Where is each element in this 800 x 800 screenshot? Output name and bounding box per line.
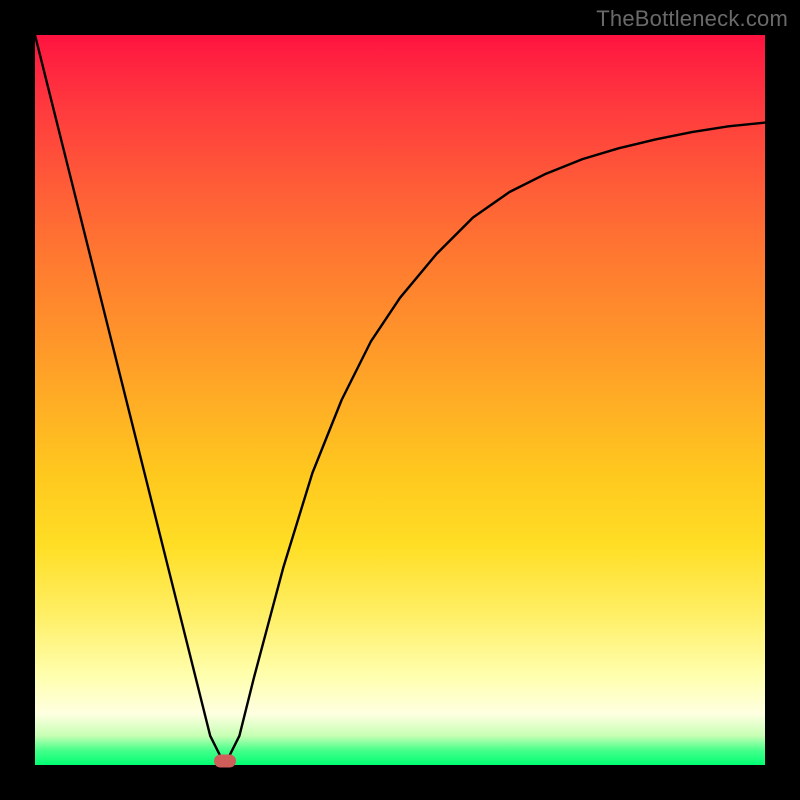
- chart-frame: TheBottleneck.com: [0, 0, 800, 800]
- curve-path: [35, 35, 765, 765]
- watermark-text: TheBottleneck.com: [596, 6, 788, 32]
- plot-area: [35, 35, 765, 765]
- min-marker: [214, 755, 236, 768]
- bottleneck-curve: [35, 35, 765, 765]
